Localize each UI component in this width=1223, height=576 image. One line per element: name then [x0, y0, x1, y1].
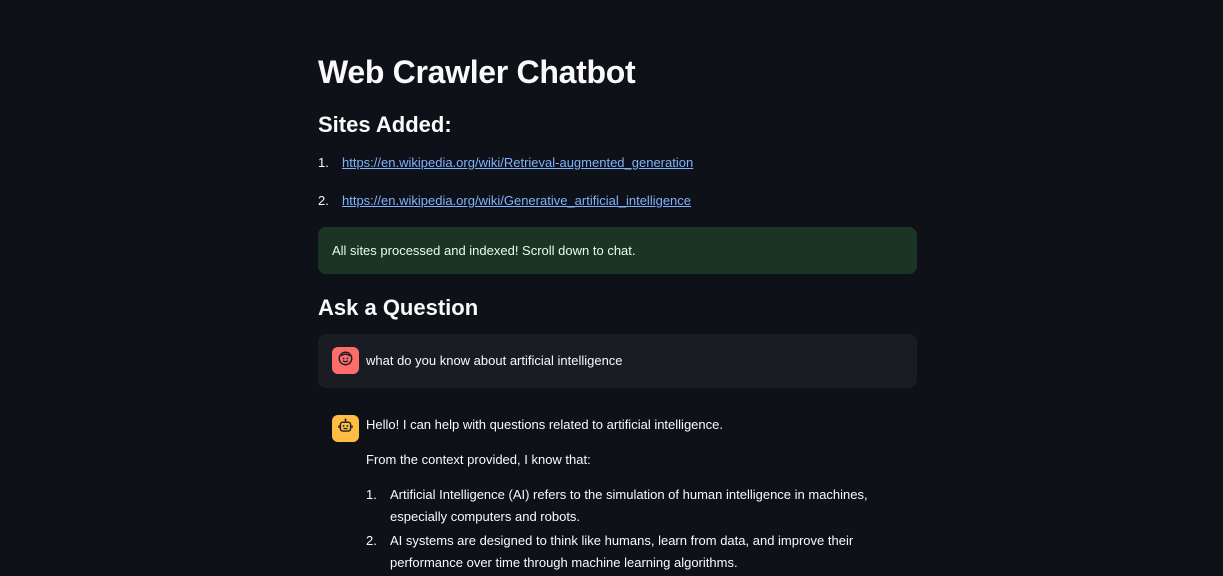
success-alert-text: All sites processed and indexed! Scroll …	[332, 243, 636, 258]
list-item: 2. https://en.wikipedia.org/wiki/Generat…	[318, 190, 917, 228]
list-item-number: 1.	[318, 155, 329, 170]
list-item: 1. https://en.wikipedia.org/wiki/Retriev…	[318, 152, 917, 190]
robot-face-icon	[337, 418, 354, 440]
list-item-number: 2.	[318, 193, 329, 208]
list-item-text: Artificial Intelligence (AI) refers to t…	[390, 487, 868, 524]
assistant-points-list: 1. Artificial Intelligence (AI) refers t…	[366, 484, 886, 574]
list-item-number: 1.	[366, 487, 377, 502]
user-message-text: what do you know about artificial intell…	[366, 353, 623, 368]
list-item: 2. AI systems are designed to think like…	[366, 530, 886, 574]
assistant-avatar	[332, 415, 359, 442]
page-title: Web Crawler Chatbot	[318, 54, 636, 90]
sites-heading: Sites Added:	[318, 112, 452, 137]
list-item-text: AI systems are designed to think like hu…	[390, 533, 854, 570]
site-link[interactable]: https://en.wikipedia.org/wiki/Retrieval-…	[342, 152, 693, 174]
smiley-face-icon	[337, 350, 354, 372]
user-avatar	[332, 347, 359, 374]
success-alert: All sites processed and indexed! Scroll …	[318, 227, 917, 274]
assistant-message-content: Hello! I can help with questions related…	[366, 414, 886, 576]
site-link[interactable]: https://en.wikipedia.org/wiki/Generative…	[342, 190, 691, 212]
list-item-number: 2.	[366, 533, 377, 548]
user-chat-message: what do you know about artificial intell…	[318, 334, 917, 388]
site-list: 1. https://en.wikipedia.org/wiki/Retriev…	[318, 152, 917, 228]
ask-question-heading: Ask a Question	[318, 295, 479, 320]
list-item: 1. Artificial Intelligence (AI) refers t…	[366, 484, 886, 528]
assistant-intro: From the context provided, I know that:	[366, 452, 591, 467]
assistant-greeting: Hello! I can help with questions related…	[366, 417, 723, 432]
